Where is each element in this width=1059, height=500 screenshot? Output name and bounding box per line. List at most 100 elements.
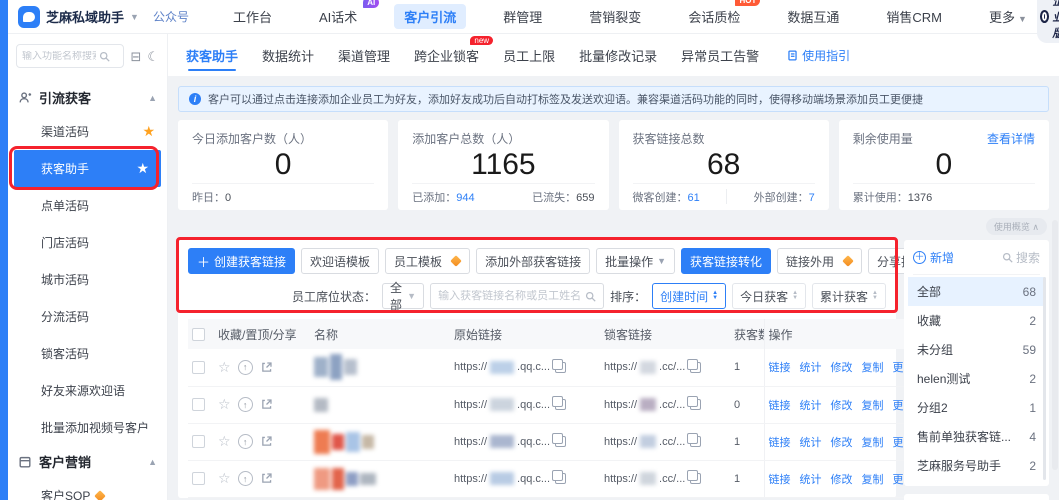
group-item-group2[interactable]: 分组21 <box>913 393 1040 422</box>
nav-sales-crm[interactable]: 销售CRM <box>876 4 952 29</box>
sidebar-item-order-qr[interactable]: 点单活码 <box>8 187 167 224</box>
copy-icon[interactable] <box>690 473 701 484</box>
group-item-sesame-service[interactable]: 芝麻服务号助手2 <box>913 451 1040 480</box>
pin-top-icon[interactable]: ↑ <box>238 397 253 412</box>
external-use-button[interactable]: 链接外用 <box>777 248 862 274</box>
chevron-down-icon[interactable]: ▼ <box>130 12 139 22</box>
share-icon[interactable] <box>260 398 273 411</box>
share-icon[interactable] <box>260 361 273 374</box>
sidebar-search-input[interactable] <box>22 51 96 62</box>
tab-acquisition-assistant[interactable]: 获客助手 <box>186 34 238 76</box>
row-checkbox[interactable] <box>192 361 205 374</box>
group-list-scrollbar[interactable] <box>1043 277 1046 480</box>
group-item-helen-test[interactable]: helen测试2 <box>913 364 1040 393</box>
app-logo-group[interactable]: 芝麻私域助手 ▼ 公众号 <box>18 6 189 28</box>
row-checkbox[interactable] <box>192 435 205 448</box>
copy-icon[interactable] <box>690 436 701 447</box>
sort-today-acquired[interactable]: 今日获客▲▼ <box>732 283 806 309</box>
tab-staff-limit[interactable]: 员工上限 <box>503 34 555 76</box>
favorite-star-icon[interactable]: ☆ <box>218 433 231 450</box>
nav-ai-script[interactable]: AI话术AI <box>309 4 367 29</box>
sidebar-item-channel-qr[interactable]: 渠道活码★ <box>8 113 167 150</box>
link-search-box[interactable] <box>430 283 604 309</box>
action-edit[interactable]: 修改 <box>831 397 853 413</box>
action-stats[interactable]: 统计 <box>800 434 822 450</box>
welcome-template-button[interactable]: 欢迎语模板 <box>301 248 379 274</box>
tab-abnormal-staff-alert[interactable]: 异常员工告警 <box>681 34 759 76</box>
group-search-button[interactable]: 搜索 <box>1002 249 1040 266</box>
action-edit[interactable]: 修改 <box>831 434 853 450</box>
action-stats[interactable]: 统计 <box>800 397 822 413</box>
view-details-link[interactable]: 查看详情 <box>987 130 1035 147</box>
nav-customer-acquisition[interactable]: 客户引流 <box>394 4 466 29</box>
group-item-all[interactable]: 全部68 <box>908 277 1045 306</box>
share-icon[interactable] <box>260 435 273 448</box>
tab-batch-modify-records[interactable]: 批量修改记录 <box>579 34 657 76</box>
copy-icon[interactable] <box>555 436 566 447</box>
pin-top-icon[interactable]: ↑ <box>238 360 253 375</box>
row-checkbox[interactable] <box>192 472 205 485</box>
action-link[interactable]: 链接 <box>769 397 791 413</box>
action-copy[interactable]: 复制 <box>862 397 884 413</box>
tab-channel-management[interactable]: 渠道管理 <box>338 34 390 76</box>
action-stats[interactable]: 统计 <box>800 359 822 375</box>
row-checkbox[interactable] <box>192 398 205 411</box>
favorite-star-icon[interactable]: ★ <box>142 123 155 140</box>
nav-data-exchange[interactable]: 数据互通 <box>777 4 849 29</box>
action-copy[interactable]: 复制 <box>862 471 884 487</box>
nav-marketing-fission[interactable]: 营销裂变 <box>579 4 651 29</box>
official-account-link[interactable]: 公众号 <box>153 8 189 25</box>
page-scrollbar[interactable] <box>1052 220 1058 470</box>
edition-badge[interactable]: 企业版 v3 <box>1037 0 1059 43</box>
group-item-presale-links[interactable]: 售前单独获客链...4 <box>913 422 1040 451</box>
sidebar-section-marketing[interactable]: 客户营销 ▲ <box>8 446 167 477</box>
tab-cross-company-lock[interactable]: 跨企业锁客new <box>414 34 479 76</box>
usage-guide-link[interactable]: 使用指引 <box>787 47 850 64</box>
action-link[interactable]: 链接 <box>769 471 791 487</box>
tab-data-statistics[interactable]: 数据统计 <box>262 34 314 76</box>
dark-mode-moon-icon[interactable]: ☾ <box>147 50 159 63</box>
add-group-button[interactable]: ＋新增 <box>913 249 954 266</box>
sidebar-item-store-qr[interactable]: 门店活码 <box>8 224 167 261</box>
copy-icon[interactable] <box>555 362 566 373</box>
link-conversion-button[interactable]: 获客链接转化 <box>681 248 771 274</box>
usage-collapse-pill[interactable]: 使用概览 ∧ <box>986 218 1047 235</box>
staff-template-button[interactable]: 员工模板 <box>385 248 470 274</box>
sidebar-section-acquisition[interactable]: 引流获客 ▲ <box>8 82 167 113</box>
favorite-star-icon[interactable]: ★ <box>136 160 149 177</box>
nav-workbench[interactable]: 工作台 <box>223 4 282 29</box>
add-external-link-button[interactable]: 添加外部获客链接 <box>476 248 590 274</box>
link-search-input[interactable] <box>438 290 580 302</box>
action-link[interactable]: 链接 <box>769 434 791 450</box>
sidebar-item-friend-source-welcome[interactable]: 好友来源欢迎语 <box>8 372 167 409</box>
copy-icon[interactable] <box>690 362 701 373</box>
sidebar-search-box[interactable] <box>16 44 124 68</box>
copy-icon[interactable] <box>555 399 566 410</box>
share-icon[interactable] <box>260 472 273 485</box>
sort-total-acquired[interactable]: 累计获客▲▼ <box>812 283 886 309</box>
nav-group-management[interactable]: 群管理 <box>493 4 552 29</box>
action-edit[interactable]: 修改 <box>831 471 853 487</box>
action-stats[interactable]: 统计 <box>800 471 822 487</box>
create-link-button[interactable]: ＋创建获客链接 <box>188 248 295 274</box>
favorite-star-icon[interactable]: ☆ <box>218 470 231 487</box>
sidebar-item-city-qr[interactable]: 城市活码 <box>8 261 167 298</box>
nav-more[interactable]: 更多▼ <box>979 4 1037 29</box>
sort-create-time[interactable]: 创建时间▲▼ <box>652 283 726 309</box>
sidebar-item-batch-video-customers[interactable]: 批量添加视频号客户 <box>8 409 167 446</box>
panel-collapse-icon[interactable]: ⊟ <box>130 50 141 63</box>
sidebar-item-customer-sop[interactable]: 客户SOP <box>8 477 167 500</box>
nav-chat-inspection[interactable]: 会话质检HOT <box>678 4 750 29</box>
sidebar-item-split-qr[interactable]: 分流活码 <box>8 298 167 335</box>
copy-icon[interactable] <box>555 473 566 484</box>
sidebar-item-lock-qr[interactable]: 锁客活码 <box>8 335 167 372</box>
favorite-star-icon[interactable]: ☆ <box>218 359 231 376</box>
chevron-up-icon[interactable]: ▲ <box>148 457 157 467</box>
pin-top-icon[interactable]: ↑ <box>238 471 253 486</box>
favorite-star-icon[interactable]: ☆ <box>218 396 231 413</box>
action-copy[interactable]: 复制 <box>862 359 884 375</box>
group-item-ungrouped[interactable]: 未分组59 <box>913 335 1040 364</box>
copy-icon[interactable] <box>690 399 701 410</box>
sidebar-item-acquisition-assistant[interactable]: 获客助手★ <box>14 150 161 187</box>
action-copy[interactable]: 复制 <box>862 434 884 450</box>
